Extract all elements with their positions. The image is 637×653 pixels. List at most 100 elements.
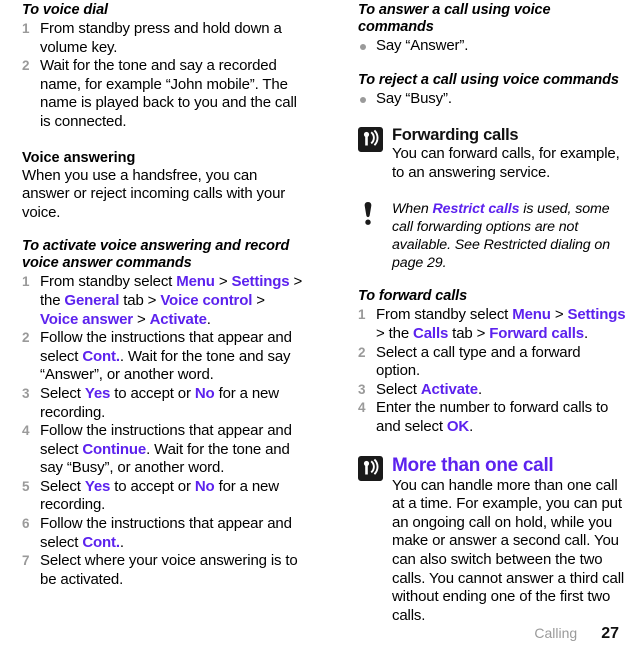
step-text-tail: . bbox=[119, 533, 124, 551]
footer-chapter-name: Calling bbox=[534, 625, 578, 641]
step-text: Wait for the tone and say a recorded nam… bbox=[40, 57, 297, 130]
separator: to accept or bbox=[110, 477, 195, 495]
reject-call-bullets: Say “Busy”. bbox=[358, 90, 626, 109]
step-number: 2 bbox=[22, 330, 30, 346]
list-item: Say “Busy”. bbox=[358, 90, 626, 109]
step-item: 2 Select a call type and a forward optio… bbox=[358, 344, 626, 381]
step-text-tail: . bbox=[469, 417, 474, 435]
step-item: 1 From standby select Menu > Settings > … bbox=[358, 306, 626, 343]
step-text-lead: Enter the number to forward calls to and… bbox=[376, 399, 609, 435]
bullet-dot-icon bbox=[360, 44, 366, 50]
step-item: 5 Select Yes to accept or No for a new r… bbox=[22, 478, 306, 515]
step-item: 3 Select Yes to accept or No for a new r… bbox=[22, 385, 306, 422]
note-restrict-calls: When Restrict calls is used, some call f… bbox=[358, 200, 626, 272]
voice-answering-body: When you use a handsfree, you can answer… bbox=[22, 166, 286, 221]
step-number: 5 bbox=[22, 478, 30, 494]
ui-term-voice-control: Voice control bbox=[160, 291, 253, 309]
separator: > bbox=[550, 306, 568, 324]
forwarding-calls-body: You can forward calls, for example, to a… bbox=[392, 145, 620, 181]
step-number: 2 bbox=[358, 344, 366, 360]
ui-term-activate: Activate bbox=[420, 380, 478, 398]
separator: to accept or bbox=[110, 384, 195, 402]
step-number: 3 bbox=[358, 381, 366, 397]
ui-term-general: General bbox=[64, 291, 120, 309]
voice-dial-steps: 1 From standby press and hold down a vol… bbox=[22, 20, 306, 132]
step-text-lead: From standby select bbox=[376, 306, 513, 324]
heading-to-forward-calls: To forward calls bbox=[358, 288, 468, 305]
step-item: 4 Enter the number to forward calls to a… bbox=[358, 399, 626, 436]
step-text: Select where your voice answering is to … bbox=[40, 552, 298, 588]
step-item: 2 Wait for the tone and say a recorded n… bbox=[22, 57, 306, 131]
ui-term-cont: Cont. bbox=[82, 533, 120, 551]
separator: tab > bbox=[119, 291, 161, 309]
forward-calls-steps: 1 From standby select Menu > Settings > … bbox=[358, 306, 626, 436]
activate-voice-answering-steps: 1 From standby select Menu > Settings > … bbox=[22, 273, 306, 589]
step-number: 1 bbox=[358, 307, 366, 323]
heading-to-voice-dial: To voice dial bbox=[22, 2, 108, 18]
ui-term-settings: Settings bbox=[567, 306, 626, 324]
step-number: 1 bbox=[22, 274, 30, 290]
step-item: 1 From standby select Menu > Settings > … bbox=[22, 273, 306, 329]
page-footer: Calling 27 bbox=[534, 625, 619, 643]
ui-term-menu: Menu bbox=[512, 306, 551, 324]
more-than-one-call-body: You can handle more than one call at a t… bbox=[392, 476, 625, 624]
bullet-text: Say “Busy”. bbox=[376, 89, 452, 107]
step-item: 4 Follow the instructions that appear an… bbox=[22, 422, 306, 478]
heading-answer-call-voice: To answer a call using voice commands bbox=[358, 2, 551, 35]
heading-more-than-one-call: More than one call bbox=[392, 454, 554, 476]
step-text-tail: . bbox=[477, 380, 483, 398]
step-number: 3 bbox=[22, 385, 30, 401]
right-column: To answer a call using voice commands Sa… bbox=[318, 2, 636, 625]
bullet-dot-icon bbox=[360, 96, 366, 103]
step-number: 2 bbox=[22, 58, 30, 74]
ui-term-restrict-calls: Restrict calls bbox=[432, 201, 520, 218]
section-more-than-one-call: More than one call You can handle more t… bbox=[358, 455, 626, 626]
list-item: Say “Answer”. bbox=[358, 37, 626, 56]
step-text-tail: . bbox=[584, 324, 589, 342]
ui-term-no: No bbox=[194, 477, 215, 495]
separator: > bbox=[214, 273, 232, 291]
heading-activate-voice-answering: To activate voice answering and record v… bbox=[22, 238, 290, 272]
ui-term-continue: Continue bbox=[82, 440, 147, 458]
step-text-lead: From standby select bbox=[40, 273, 177, 291]
answer-call-bullets: Say “Answer”. bbox=[358, 37, 626, 56]
step-item: 6 Follow the instructions that appear an… bbox=[22, 515, 306, 552]
ui-term-no: No bbox=[194, 384, 215, 402]
ui-term-yes: Yes bbox=[84, 384, 111, 402]
separator: tab > bbox=[448, 324, 490, 342]
step-text-lead: Select bbox=[40, 477, 85, 495]
two-column-layout: To voice dial 1 From standby press and h… bbox=[0, 0, 637, 625]
antenna-signal-icon bbox=[358, 127, 383, 153]
ui-term-forward-calls: Forward calls bbox=[489, 324, 584, 342]
heading-reject-call-voice: To reject a call using voice commands bbox=[358, 71, 619, 88]
step-number: 1 bbox=[22, 21, 30, 36]
ui-term-menu: Menu bbox=[176, 273, 215, 291]
ui-term-cont: Cont. bbox=[82, 347, 120, 365]
ui-term-ok: OK bbox=[446, 417, 470, 435]
step-text-lead: Follow the instructions that appear and … bbox=[40, 515, 292, 551]
step-number: 6 bbox=[22, 516, 30, 532]
step-number: 4 bbox=[358, 400, 366, 416]
ui-term-activate: Activate bbox=[149, 310, 207, 328]
bullet-text: Say “Answer”. bbox=[376, 37, 469, 54]
step-text-tail: . bbox=[206, 310, 211, 328]
exclamation-note-icon bbox=[362, 202, 374, 228]
separator: > the bbox=[376, 324, 414, 342]
heading-forwarding-calls: Forwarding calls bbox=[392, 126, 519, 145]
separator: > bbox=[132, 310, 150, 328]
section-forwarding-calls: Forwarding calls You can forward calls, … bbox=[358, 126, 626, 182]
footer-page-number: 27 bbox=[601, 625, 619, 642]
heading-voice-answering: Voice answering bbox=[22, 149, 136, 166]
ui-term-settings: Settings bbox=[231, 273, 290, 291]
step-item: 3 Select Activate. bbox=[358, 381, 626, 400]
manual-page: To voice dial 1 From standby press and h… bbox=[0, 0, 637, 653]
step-text: Select a call type and a forward option. bbox=[376, 343, 581, 380]
note-lead: When bbox=[392, 201, 433, 218]
step-item: 7 Select where your voice answering is t… bbox=[22, 552, 306, 589]
note-text: When Restrict calls is used, some call f… bbox=[392, 200, 626, 272]
antenna-signal-icon bbox=[358, 455, 383, 481]
ui-term-yes: Yes bbox=[84, 477, 111, 495]
step-text: From standby press and hold down a volum… bbox=[40, 20, 282, 56]
step-text-lead: Select bbox=[40, 384, 85, 402]
step-text-lead: Select bbox=[376, 380, 421, 398]
